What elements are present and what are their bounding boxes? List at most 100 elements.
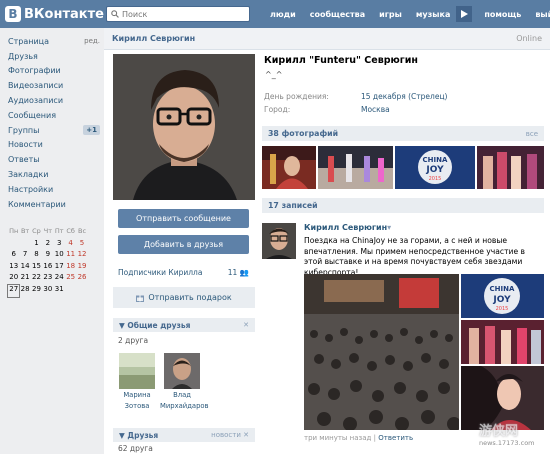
post-image-cosplay[interactable] — [461, 320, 544, 364]
calendar-day[interactable]: 28 — [19, 285, 30, 297]
photos-all-link[interactable]: все — [526, 130, 538, 138]
calendar-day[interactable]: 5 — [76, 239, 87, 251]
calendar-day[interactable]: 4 — [65, 239, 76, 251]
play-button[interactable] — [456, 6, 473, 22]
calendar-day[interactable]: 17 — [54, 262, 65, 274]
calendar-day[interactable]: 31 — [54, 285, 65, 297]
calendar-day[interactable]: 1 — [31, 239, 42, 251]
search-input[interactable] — [122, 9, 242, 19]
birthday-value[interactable]: 15 декабря (Стрелец) — [361, 92, 447, 101]
profile-avatar[interactable] — [113, 54, 255, 200]
photo-thumbnail[interactable]: CHINA JOY 2015 — [395, 146, 475, 189]
calendar-day[interactable]: 30 — [42, 285, 53, 297]
gift-icon — [136, 295, 145, 302]
search-box[interactable] — [106, 6, 250, 22]
calendar-day[interactable]: 7 — [19, 250, 30, 262]
calendar-day[interactable]: 22 — [31, 273, 42, 285]
people-icon: 👥 — [239, 268, 249, 277]
friends-news-link[interactable]: новости ✕ — [211, 431, 249, 439]
calendar-day[interactable] — [8, 239, 19, 251]
mutual-friends-header[interactable]: ▼ Общие друзья ✕ — [113, 318, 255, 332]
calendar-day[interactable]: 18 — [65, 262, 76, 274]
post-meta: три минуты назад | Ответить — [304, 434, 413, 442]
add-friend-button[interactable]: Добавить в друзья — [118, 235, 249, 254]
calendar-day-today[interactable]: 27 — [6, 284, 21, 298]
nav-logout[interactable]: выйти — [535, 10, 550, 19]
sidebar-item-videos[interactable]: Видеозаписи — [8, 78, 100, 93]
edit-link[interactable]: ред. — [84, 37, 100, 45]
photo-thumbnail[interactable] — [477, 146, 544, 189]
calendar-day[interactable]: 11 — [65, 250, 76, 262]
photo-thumbnail[interactable] — [262, 146, 316, 189]
calendar-day[interactable]: 26 — [76, 273, 87, 285]
post-meta-separator: | — [373, 434, 376, 442]
sidebar-item-bookmarks[interactable]: Закладки — [8, 167, 100, 182]
post-image-logo[interactable]: CHINA JOY 2015 — [461, 274, 544, 318]
nav-communities[interactable]: сообщества — [310, 10, 365, 19]
subscribers-label: Подписчики Кирилла — [118, 268, 203, 277]
calendar-day[interactable]: 29 — [31, 285, 42, 297]
calendar-day[interactable]: 24 — [54, 273, 65, 285]
online-status: Online — [516, 34, 542, 43]
vk-logo[interactable]: В ВКонтакте — [5, 5, 104, 23]
collapse-icon[interactable]: ✕ — [243, 321, 249, 329]
sidebar-item-answers[interactable]: Ответы — [8, 152, 100, 167]
play-icon — [460, 10, 468, 18]
nav-music[interactable]: музыка — [416, 10, 450, 19]
sidebar-item-friends[interactable]: Друзья — [8, 49, 100, 64]
sidebar-item-photos[interactable]: Фотографии — [8, 64, 100, 79]
calendar-day[interactable]: 15 — [31, 262, 42, 274]
photo-cosplay-image — [262, 146, 316, 189]
calendar-day[interactable]: 3 — [54, 239, 65, 251]
calendar-day[interactable]: 6 — [8, 250, 19, 262]
photos-header[interactable]: 38 фотографий все — [262, 126, 544, 141]
calendar-day[interactable]: 20 — [8, 273, 19, 285]
svg-text:JOY: JOY — [492, 295, 511, 305]
profile-full-name: Кирилл "Funteru" Севрюгин — [264, 55, 418, 66]
profile-status-text[interactable]: ^_^ — [265, 70, 282, 79]
sidebar-item-messages[interactable]: Сообщения — [8, 108, 100, 123]
sidebar-item-settings[interactable]: Настройки — [8, 182, 100, 197]
post-author-name[interactable]: Кирилл Севрюгин▾ — [304, 223, 391, 232]
calendar-day[interactable]: 13 — [8, 262, 19, 274]
post-image-crowd[interactable] — [304, 274, 459, 430]
friend-card[interactable]: Марина Зотова — [115, 353, 159, 411]
post-author-avatar[interactable] — [262, 223, 296, 259]
calendar-day[interactable]: 21 — [19, 273, 30, 285]
friends-header[interactable]: ▼ Друзья новости ✕ — [113, 428, 255, 442]
nav-games[interactable]: игры — [379, 10, 402, 19]
wall-title: 17 записей — [268, 201, 318, 210]
friend-card[interactable]: Влад Мирхайдаров — [160, 353, 209, 411]
post-reply-link[interactable]: Ответить — [378, 434, 413, 442]
sidebar-item-page[interactable]: Страница ред. — [8, 34, 100, 49]
calendar-day[interactable] — [19, 239, 30, 251]
sidebar-item-news[interactable]: Новости — [8, 138, 100, 153]
photo-thumbnail[interactable] — [318, 146, 393, 189]
wall-header[interactable]: 17 записей — [262, 198, 544, 213]
sidebar-item-groups[interactable]: Группы +1 — [8, 123, 100, 138]
calendar-day[interactable]: 25 — [65, 273, 76, 285]
sidebar-item-audio[interactable]: Аудиозаписи — [8, 93, 100, 108]
post-menu-icon[interactable]: ▾ — [387, 223, 391, 232]
send-message-button[interactable]: Отправить сообщение — [118, 209, 249, 228]
calendar-day[interactable]: 2 — [42, 239, 53, 251]
watermark: 游侠网 news.17173.com — [479, 420, 549, 454]
calendar-day[interactable]: 10 — [54, 250, 65, 262]
calendar-day[interactable]: 12 — [76, 250, 87, 262]
friend-avatar-image — [119, 353, 155, 389]
city-value[interactable]: Москва — [361, 105, 390, 114]
calendar-day[interactable]: 8 — [31, 250, 42, 262]
send-gift-button[interactable]: Отправить подарок — [113, 287, 255, 308]
nav-help[interactable]: помощь — [484, 10, 521, 19]
calendar-day[interactable]: 14 — [19, 262, 30, 274]
calendar-day[interactable]: 19 — [76, 262, 87, 274]
subscribers-row[interactable]: Подписчики Кирилла 11 👥 — [118, 268, 249, 277]
calendar-day[interactable]: 23 — [42, 273, 53, 285]
sidebar-item-comments[interactable]: Комментарии — [8, 197, 100, 212]
nav-people[interactable]: люди — [270, 10, 296, 19]
calendar-day[interactable]: 16 — [42, 262, 53, 274]
mutual-friends-title: ▼ Общие друзья — [119, 320, 191, 330]
calendar-day[interactable]: 9 — [42, 250, 53, 262]
friend-avatar-image — [164, 353, 200, 389]
post-time[interactable]: три минуты назад — [304, 434, 371, 442]
